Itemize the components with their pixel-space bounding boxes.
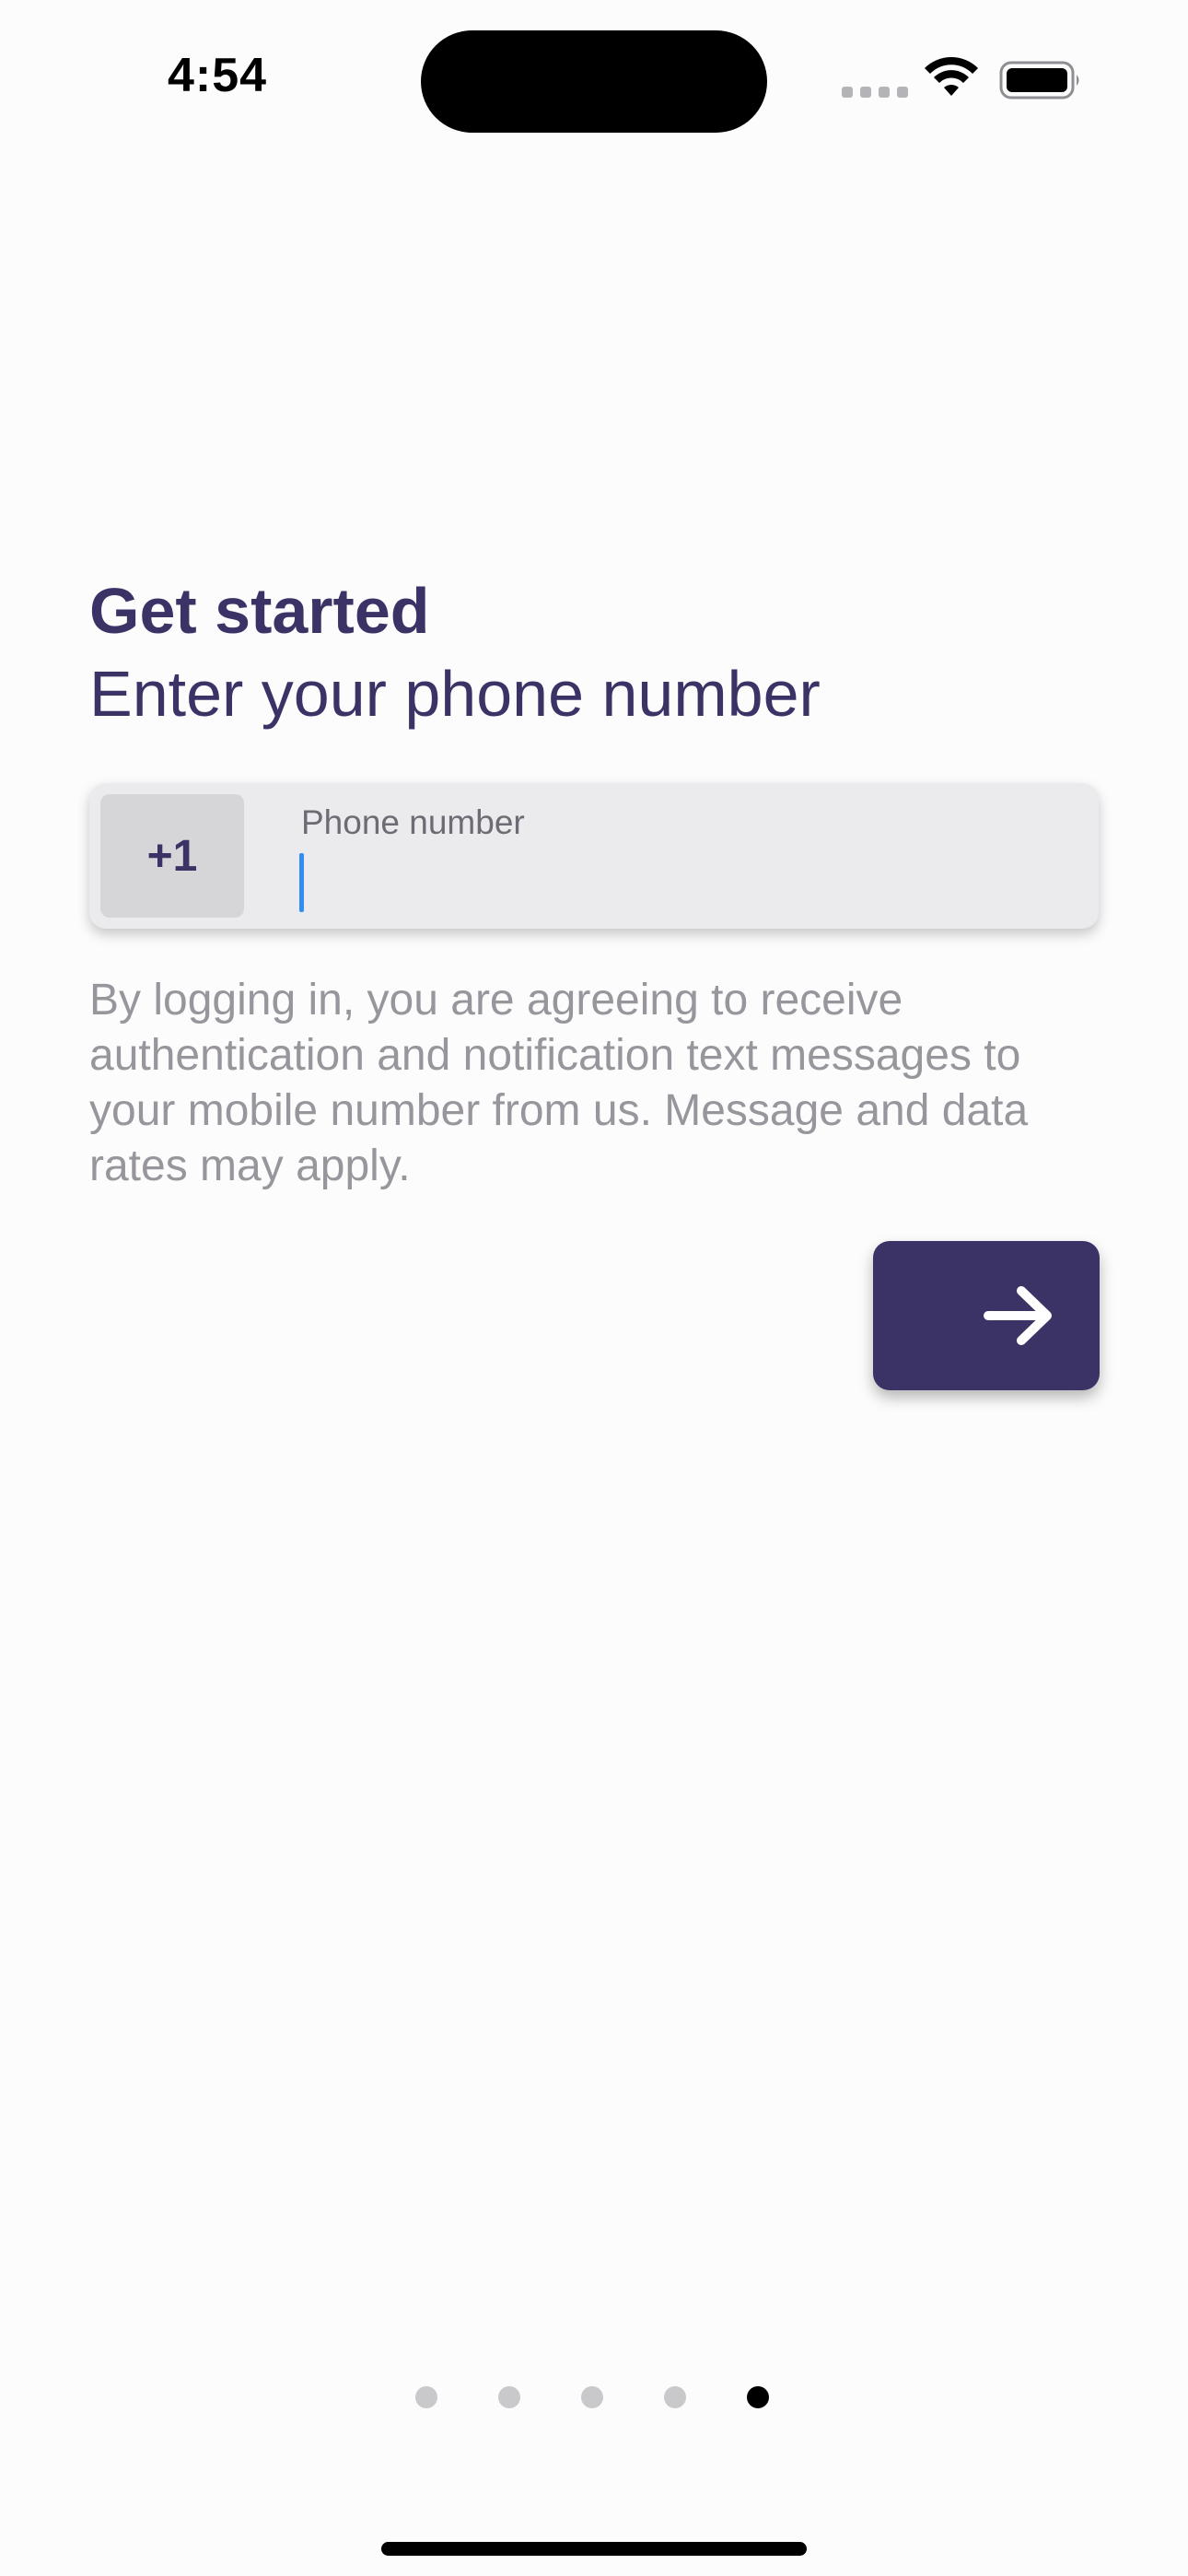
page-dot — [498, 2386, 520, 2408]
battery-icon — [999, 61, 1079, 100]
consent-disclaimer: By logging in, you are agreeing to recei… — [89, 976, 1029, 1190]
home-indicator[interactable] — [381, 2542, 807, 2556]
page-dot — [664, 2386, 686, 2408]
status-time: 4:54 — [168, 49, 268, 102]
page-dot — [415, 2386, 437, 2408]
arrow-right-icon — [984, 1286, 1052, 1345]
wifi-icon — [925, 57, 978, 96]
page-dot — [581, 2386, 603, 2408]
phone-number-field[interactable]: +1 Phone number — [89, 783, 1099, 929]
page-subtitle: Enter your phone number — [89, 658, 821, 730]
page-dot-active — [747, 2386, 769, 2408]
phone-number-label: Phone number — [301, 803, 525, 841]
next-button[interactable] — [873, 1241, 1100, 1390]
text-caret — [299, 853, 304, 912]
signal-icon — [842, 87, 908, 98]
dynamic-island — [421, 30, 767, 133]
page-title: Get started — [89, 575, 430, 647]
country-code-selector[interactable]: +1 — [100, 794, 244, 918]
page-indicator — [415, 2386, 769, 2408]
